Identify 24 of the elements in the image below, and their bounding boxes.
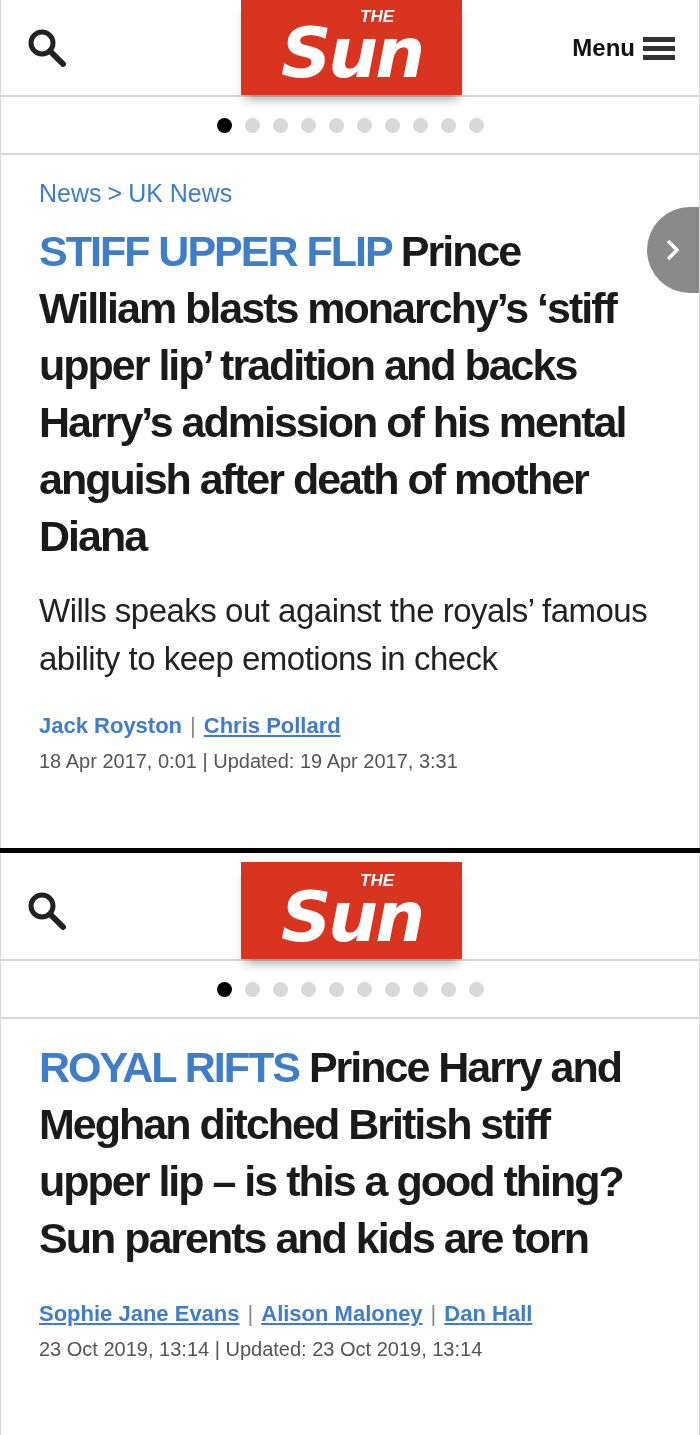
logo-text: THE (360, 8, 394, 25)
menu-button[interactable]: Menu (572, 29, 675, 66)
breadcrumb-link[interactable]: News (39, 175, 102, 213)
headline: ROYAL RIFTS Prince Harry and Meghan ditched British stiff upper lip – is this a good thing? Sun parents and kids are torn (39, 1042, 624, 1264)
author-link[interactable]: Alison Maloney (261, 1297, 423, 1330)
author-link[interactable]: Sophie Jane Evans (39, 1297, 240, 1330)
author-link[interactable]: Dan Hall (444, 1297, 533, 1330)
dateline: 23 Oct 2019, 13:14 | Updated: 23 Oct 2019, 13:14 (39, 1337, 484, 1362)
byline-separator: | (190, 711, 196, 740)
logo-text: Sun (280, 889, 423, 949)
chevron-right-icon (665, 238, 681, 262)
logo-text: Sun (280, 25, 423, 85)
next-button[interactable] (647, 207, 699, 293)
breadcrumb-link[interactable]: UK News (128, 175, 233, 213)
menu-icon (643, 35, 675, 60)
byline-separator: | (247, 1300, 254, 1328)
author-link[interactable]: Jack Royston (39, 708, 183, 742)
author-link[interactable]: Chris Pollard (203, 708, 341, 742)
breadcrumb-separator: > (107, 178, 123, 209)
byline-separator: | (430, 1300, 437, 1328)
dateline: 18 Apr 2017, 0:01 | Updated: 19 Apr 2017, 3:31 (39, 748, 459, 774)
standfirst: Wills speaks out against the royals’ famous ability to keep emotions in check (39, 590, 649, 679)
logo-text: THE (360, 872, 394, 889)
headline: STIFF UPPER FLIP Prince William blasts monarchy’s ‘stiff upper lip’ tradition and backs Harry’s admission of his mental anguish after death of mother Diana (39, 225, 627, 562)
